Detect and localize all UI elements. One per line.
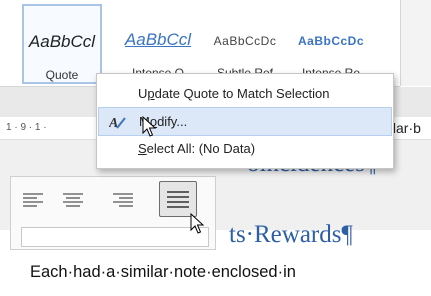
menu-item-label: Select All: (No Data) (138, 141, 256, 156)
style-intense-reference[interactable]: AaBbCcDc Intense Re (290, 4, 372, 80)
toolbar-field[interactable] (21, 227, 209, 247)
ruler-marks: 1 · 9 · 1 · (6, 122, 47, 133)
mouse-pointer-icon (190, 213, 205, 234)
style-preview: AaBbCcDc (213, 34, 277, 48)
style-preview: AaBbCcl (28, 32, 96, 51)
menu-item-label: Update Quote to Match Selection (138, 86, 330, 101)
style-context-menu: Update Quote to Match Selection A Modify… (96, 73, 394, 169)
document-heading[interactable]: ts·Rewards¶ (229, 221, 353, 249)
menu-item-update-quote[interactable]: Update Quote to Match Selection (98, 80, 392, 107)
justify-button[interactable] (159, 181, 197, 217)
modify-style-icon: A (109, 116, 126, 130)
align-left-button[interactable] (19, 187, 49, 213)
justify-icon (167, 191, 189, 208)
align-right-button[interactable] (109, 187, 139, 213)
document-body-text[interactable]: Each·had·a·similar·note·enclosed·in (30, 263, 296, 282)
paragraph-alignment-toolbar (10, 176, 216, 250)
align-center-icon (63, 193, 83, 207)
style-preview: AaBbCcl (124, 30, 192, 49)
align-center-button[interactable] (59, 187, 89, 213)
style-intense-quote[interactable]: AaBbCcl Intense Q (116, 4, 200, 80)
align-right-icon (113, 193, 133, 207)
align-left-icon (23, 193, 43, 207)
mouse-pointer-icon (142, 116, 157, 137)
style-subtle-reference[interactable]: AaBbCcDc Subtle Ref (204, 4, 286, 80)
menu-item-select-all[interactable]: Select All: (No Data) (98, 135, 392, 162)
style-name: Quote (45, 68, 79, 82)
style-quote[interactable]: AaBbCcl Quote (22, 4, 102, 84)
gallery-scroll-area[interactable] (400, 0, 431, 86)
style-preview: AaBbCcDc (297, 34, 364, 48)
